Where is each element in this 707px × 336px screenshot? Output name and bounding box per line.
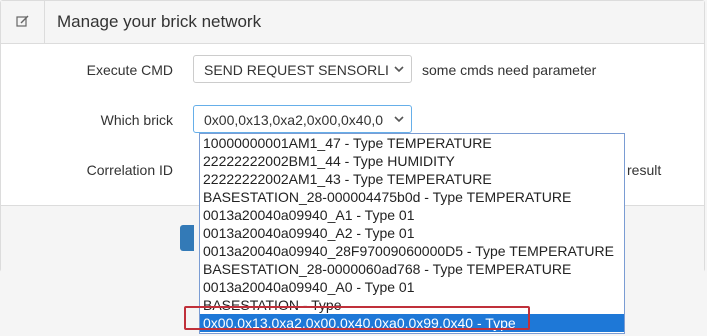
correlation-id-label: Correlation ID [86, 162, 173, 178]
dropdown-option[interactable]: 22222222002AM1_43 - Type TEMPERATURE [200, 170, 624, 188]
which-brick-value: 0x00,0x13,0xa2,0x00,0x40,0 [204, 112, 384, 128]
chevron-down-icon [394, 116, 404, 123]
chevron-down-icon [394, 66, 404, 73]
dropdown-option[interactable]: 0013a20040a09940_A1 - Type 01 [200, 206, 624, 224]
cmd-hint: some cmds need parameter [422, 62, 597, 78]
dropdown-option[interactable]: 22222222002BM1_44 - Type HUMIDITY [200, 152, 624, 170]
dropdown-option[interactable]: 10000000001AM1_47 - Type TEMPERATURE [200, 134, 624, 152]
which-brick-label: Which brick [100, 112, 173, 128]
dropdown-option[interactable]: 0013a20040a09940_A2 - Type 01 [200, 224, 624, 242]
edit-icon [16, 15, 29, 27]
execute-cmd-value: SEND REQUEST SENSORLI [204, 62, 389, 78]
dropdown-option[interactable]: 0013a20040a09940_A0 - Type 01 [200, 278, 624, 296]
brick-dropdown-list[interactable]: 10000000001AM1_47 - Type TEMPERATURE 222… [199, 133, 625, 334]
panel-heading: Manage your brick network [1, 1, 704, 44]
dropdown-option[interactable]: 0013a20040a09940_28F97009060000D5 - Type… [200, 242, 624, 260]
edit-icon-box [1, 1, 45, 43]
dropdown-option-selected[interactable]: 0x00,0x13,0xa2,0x00,0x40,0xa0,0x99,0x40 … [200, 314, 624, 332]
dropdown-option[interactable]: BASESTATION - Type [200, 296, 624, 314]
dropdown-option[interactable]: BASESTATION_28-000004475b0d - Type TEMPE… [200, 188, 624, 206]
execute-cmd-label: Execute CMD [86, 62, 173, 78]
page-title: Manage your brick network [57, 12, 262, 31]
result-hint: result [627, 162, 662, 178]
dropdown-option[interactable]: BASESTATION_28-0000060ad768 - Type TEMPE… [200, 260, 624, 278]
submit-button[interactable] [180, 225, 194, 251]
which-brick-select[interactable]: 0x00,0x13,0xa2,0x00,0x40,0 [193, 105, 412, 133]
execute-cmd-select[interactable]: SEND REQUEST SENSORLI [193, 55, 412, 83]
